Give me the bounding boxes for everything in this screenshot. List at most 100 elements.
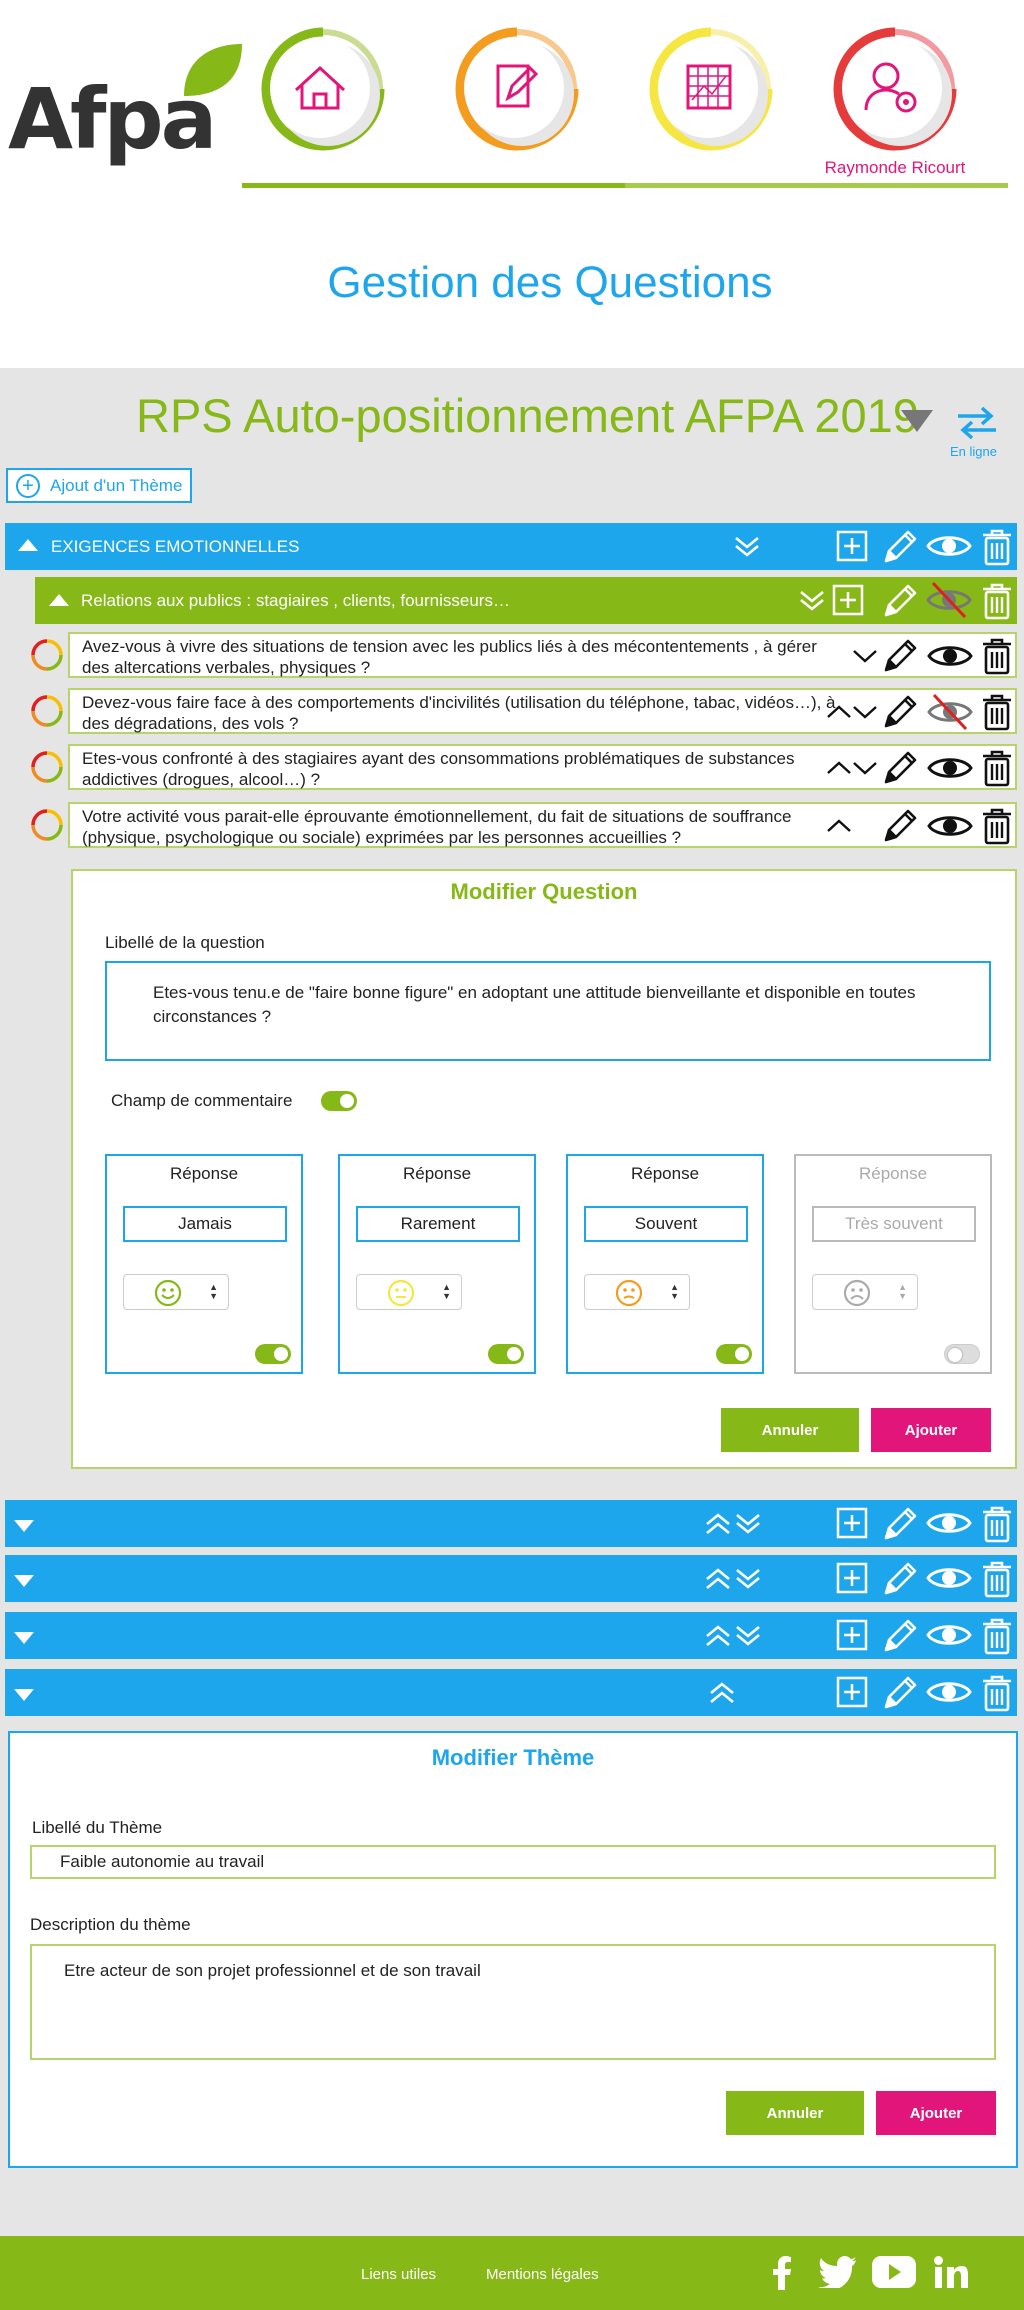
chevron-up-icon[interactable] [826,816,852,836]
add-button[interactable]: Ajouter [876,2091,996,2135]
facebook-icon[interactable] [772,2256,792,2290]
eye-icon[interactable] [926,811,974,841]
eye-off-icon[interactable] [925,580,973,620]
question-row[interactable]: Devez-vous faire face à des comportement… [68,688,1017,734]
theme-description-input[interactable]: Etre acteur de son projet professionnel … [30,1944,996,2060]
response-toggle[interactable] [255,1344,291,1364]
eye-icon[interactable] [925,1563,973,1593]
emoji-select[interactable]: ▲ ▼ [584,1274,690,1310]
expand-icon[interactable] [14,1520,34,1532]
comment-toggle[interactable] [321,1091,357,1111]
eye-off-icon[interactable] [926,692,974,732]
eye-icon[interactable] [925,531,973,561]
collapse-icon[interactable] [49,594,69,606]
trash-icon[interactable] [980,581,1014,621]
edit-icon[interactable] [880,748,920,788]
trash-icon[interactable] [980,1673,1014,1713]
edit-icon[interactable] [880,581,920,621]
response-input[interactable]: Souvent [584,1206,748,1242]
linkedin-icon[interactable] [934,2256,968,2288]
edit-icon[interactable] [880,1504,920,1544]
survey-dropdown-icon[interactable] [901,410,933,432]
collapse-icon[interactable] [18,539,38,551]
emoji-select[interactable]: ▲ ▼ [812,1274,918,1310]
trash-icon[interactable] [980,636,1014,676]
eye-icon[interactable] [926,641,974,671]
response-input[interactable]: Rarement [356,1206,520,1242]
emoji-select[interactable]: ▲ ▼ [123,1274,229,1310]
expand-icon[interactable] [14,1632,34,1644]
footer-link-legal[interactable]: Mentions légales [486,2266,599,2283]
eye-icon[interactable] [925,1508,973,1538]
chevron-up-icon[interactable] [826,758,852,778]
add-button[interactable]: Ajouter [871,1408,991,1452]
double-chevron-up-icon[interactable] [707,1678,737,1708]
afpa-logo[interactable]: Afpa [8,70,217,168]
response-toggle[interactable] [716,1344,752,1364]
theme-bar[interactable]: EXIGENCES EMOTIONNELLES [5,523,1017,570]
edit-icon[interactable] [880,806,920,846]
expand-icon[interactable] [14,1689,34,1701]
response-input[interactable]: Jamais [123,1206,287,1242]
double-chevron-down-icon[interactable] [733,1509,763,1539]
sub-theme-bar[interactable]: Relations aux publics : stagiaires , cli… [35,577,1017,624]
theme-bar[interactable] [5,1500,1017,1547]
eye-icon[interactable] [926,753,974,783]
trash-icon[interactable] [980,748,1014,788]
nav-edit[interactable] [452,24,582,154]
youtube-icon[interactable] [872,2256,916,2288]
double-chevron-down-icon[interactable] [732,532,762,562]
edit-icon[interactable] [880,692,920,732]
add-icon[interactable] [835,529,869,563]
chevron-up-icon[interactable] [826,702,852,722]
nav-home[interactable] [258,24,388,154]
eye-icon[interactable] [925,1620,973,1650]
question-row[interactable]: Avez-vous à vivre des situations de tens… [68,632,1017,678]
double-chevron-up-icon[interactable] [703,1509,733,1539]
theme-bar[interactable] [5,1612,1017,1659]
double-chevron-up-icon[interactable] [703,1564,733,1594]
username[interactable]: Raymonde Ricourt [815,158,975,178]
add-icon[interactable] [835,1506,869,1540]
nav-profile[interactable] [830,24,960,154]
add-icon[interactable] [835,1675,869,1709]
trash-icon[interactable] [980,1559,1014,1599]
add-theme-button[interactable]: + Ajout d'un Thème [6,468,192,503]
expand-icon[interactable] [14,1575,34,1587]
add-icon[interactable] [835,1618,869,1652]
swap-arrows-icon[interactable] [954,405,1000,441]
response-toggle[interactable] [944,1344,980,1364]
trash-icon[interactable] [980,692,1014,732]
trash-icon[interactable] [980,527,1014,567]
emoji-select[interactable]: ▲ ▼ [356,1274,462,1310]
cancel-button[interactable]: Annuler [726,2091,864,2135]
trash-icon[interactable] [980,1504,1014,1544]
chevron-down-icon[interactable] [852,646,878,666]
theme-bar[interactable] [5,1555,1017,1602]
trash-icon[interactable] [980,806,1014,846]
edit-icon[interactable] [880,1616,920,1656]
edit-icon[interactable] [880,1673,920,1713]
eye-icon[interactable] [925,1677,973,1707]
add-icon[interactable] [835,1561,869,1595]
edit-icon[interactable] [880,1559,920,1599]
add-icon[interactable] [831,583,865,617]
question-input[interactable]: Etes-vous tenu.e de "faire bonne figure"… [105,961,991,1061]
question-row[interactable]: Votre activité vous parait-elle éprouvan… [68,802,1017,848]
cancel-button[interactable]: Annuler [721,1408,859,1452]
double-chevron-down-icon[interactable] [733,1564,763,1594]
response-toggle[interactable] [488,1344,524,1364]
nav-stats[interactable] [646,24,776,154]
double-chevron-down-icon[interactable] [733,1621,763,1651]
question-row[interactable]: Etes-vous confronté à des stagiaires aya… [68,744,1017,790]
response-input[interactable]: Très souvent [812,1206,976,1242]
edit-icon[interactable] [880,636,920,676]
double-chevron-up-icon[interactable] [703,1621,733,1651]
trash-icon[interactable] [980,1616,1014,1656]
footer-link-useful[interactable]: Liens utiles [361,2266,436,2283]
twitter-icon[interactable] [818,2256,856,2288]
theme-label-input[interactable]: Faible autonomie au travail [30,1845,996,1879]
edit-icon[interactable] [880,527,920,567]
chevron-down-icon[interactable] [852,702,878,722]
double-chevron-down-icon[interactable] [797,586,827,616]
